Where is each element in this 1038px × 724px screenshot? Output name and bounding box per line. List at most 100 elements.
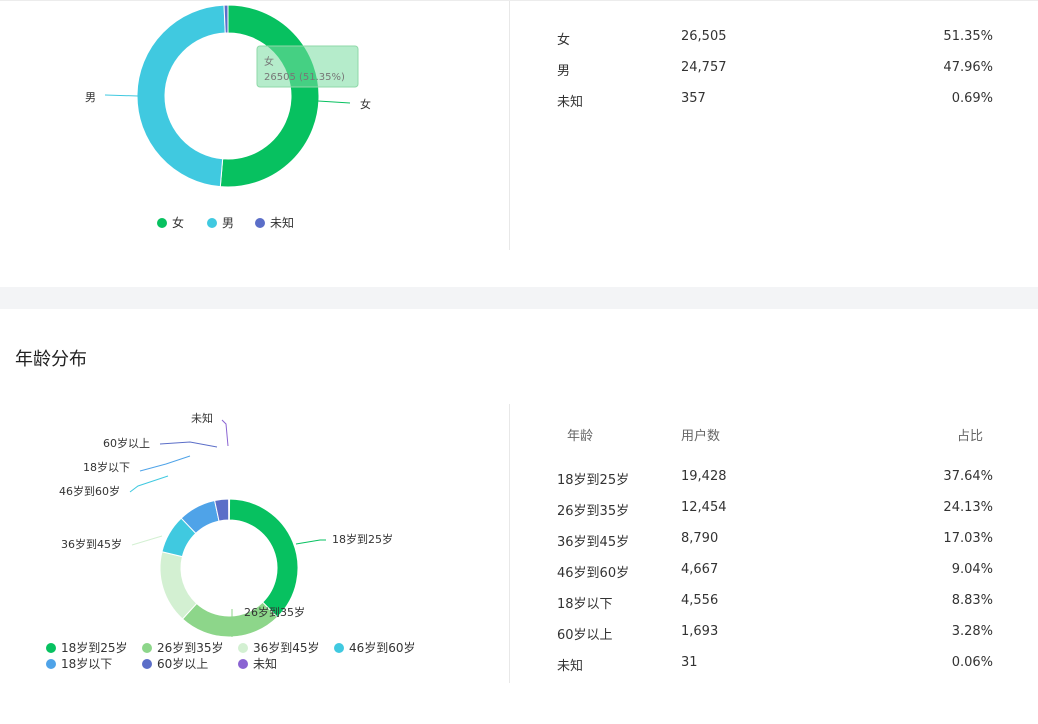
row-pct: 8.83% — [951, 593, 993, 608]
legend-label: 未知 — [270, 216, 295, 230]
row-label: 36岁到45岁 — [557, 535, 630, 550]
slice-label: 18岁以下 — [83, 460, 130, 474]
row-pct: 51.35% — [943, 29, 993, 44]
chart-tooltip: 女 26505 (51.35%) — [256, 45, 359, 88]
row-label: 未知 — [557, 659, 584, 674]
slice-label: 男 — [85, 91, 96, 104]
header-age: 年龄 — [567, 429, 594, 444]
legend-label: 60岁以上 — [157, 657, 209, 671]
gender-table: 女 26,505 51.35% 男 24,757 47.96% 未知 357 0… — [557, 29, 993, 122]
age-donut-chart: 18岁到25岁 26岁到35岁 36岁到45岁 46岁到60岁 18岁以下 60岁以上 未知 — [59, 411, 393, 638]
slice-label: 18岁到25岁 — [332, 532, 393, 546]
column-divider — [509, 1, 510, 250]
label-leader-line — [159, 441, 218, 448]
slice-label: 60岁以上 — [103, 436, 150, 450]
legend-dot — [142, 659, 152, 669]
table-row: 女 26,505 51.35% — [557, 29, 993, 60]
pie-slice-2[interactable] — [159, 551, 198, 620]
legend-label: 未知 — [253, 657, 278, 671]
table-row: 36岁到45岁 8,790 17.03% — [557, 531, 993, 562]
pie-slice-0[interactable] — [219, 4, 320, 188]
slice-label: 46岁到60岁 — [59, 484, 120, 498]
legend-label: 18岁以下 — [61, 657, 113, 671]
row-count: 8,790 — [681, 531, 719, 546]
table-row: 未知 357 0.69% — [557, 91, 993, 122]
legend-label: 女 — [172, 216, 185, 230]
gender-legend: 女 男 未知 — [0, 214, 500, 232]
label-leader-line — [295, 539, 326, 545]
label-leader-line — [221, 419, 229, 447]
legend-label: 男 — [222, 216, 235, 230]
legend-item-male[interactable]: 男 — [207, 214, 234, 231]
age-table: 年龄 用户数 占比 18岁到25岁 19,428 37.64% 26岁到35岁 … — [557, 425, 993, 686]
label-leader-line — [104, 94, 139, 97]
tooltip-name: 女 — [264, 55, 274, 68]
legend-dot — [334, 643, 344, 653]
table-header: 年龄 用户数 占比 — [557, 425, 993, 469]
row-count: 12,454 — [681, 500, 727, 515]
legend-dot — [142, 643, 152, 653]
table-row: 26岁到35岁 12,454 24.13% — [557, 500, 993, 531]
table-row: 18岁以下 4,556 8.83% — [557, 593, 993, 624]
row-pct: 47.96% — [943, 60, 993, 75]
row-pct: 37.64% — [943, 469, 993, 484]
row-label: 女 — [557, 33, 571, 48]
legend-item-under-18[interactable]: 18岁以下 — [46, 655, 112, 672]
table-row: 46岁到60岁 4,667 9.04% — [557, 562, 993, 593]
row-count: 19,428 — [681, 469, 727, 484]
legend-item-unknown[interactable]: 未知 — [255, 214, 294, 231]
row-count: 26,505 — [681, 29, 727, 44]
legend-dot — [238, 643, 248, 653]
slice-label: 36岁到45岁 — [61, 537, 122, 551]
row-label: 26岁到35岁 — [557, 504, 630, 519]
pie-slice-6[interactable] — [228, 498, 231, 521]
header-users: 用户数 — [681, 429, 721, 444]
table-row: 未知 31 0.06% — [557, 655, 993, 686]
row-label: 未知 — [557, 95, 584, 110]
tooltip-value: 26505 (51.35%) — [264, 72, 345, 83]
label-leader-line — [139, 455, 191, 472]
header-share: 占比 — [956, 429, 983, 444]
table-row: 男 24,757 47.96% — [557, 60, 993, 91]
legend-label: 46岁到60岁 — [349, 641, 416, 655]
legend-label: 36岁到45岁 — [253, 641, 320, 655]
table-row: 60岁以上 1,693 3.28% — [557, 624, 993, 655]
section-separator — [0, 287, 1038, 309]
row-pct: 24.13% — [943, 500, 993, 515]
row-label: 18岁到25岁 — [557, 473, 630, 488]
label-leader-line — [131, 535, 163, 546]
row-label: 60岁以上 — [557, 628, 613, 643]
row-label: 46岁到60岁 — [557, 566, 630, 581]
row-pct: 0.69% — [951, 91, 993, 106]
age-section: 年龄分布 18岁到25岁 26岁到35岁 36岁到45岁 46岁到60岁 18岁以下 60… — [0, 309, 1038, 683]
slice-label: 女 — [360, 97, 371, 111]
legend-item-over-60[interactable]: 60岁以上 — [142, 655, 208, 672]
pie-slice-1[interactable] — [136, 4, 226, 188]
legend-label: 26岁到35岁 — [157, 641, 224, 655]
legend-dot — [157, 218, 167, 228]
section-title: 年龄分布 — [15, 349, 87, 370]
row-label: 18岁以下 — [557, 597, 613, 612]
gender-section: 女男 女 26505 (51.35%) 女 男 未知 女 26,505 51.3… — [0, 0, 1038, 288]
row-pct: 9.04% — [951, 562, 993, 577]
legend-dot — [46, 643, 56, 653]
row-count: 4,556 — [681, 593, 719, 608]
legend-dot — [238, 659, 248, 669]
legend-dot — [46, 659, 56, 669]
age-legend: 18岁到25岁 26岁到35岁 36岁到45岁 46岁到60岁 18岁以下 60… — [0, 639, 500, 673]
row-count: 4,667 — [681, 562, 719, 577]
legend-item-female[interactable]: 女 — [157, 214, 184, 231]
pie-slice-2[interactable] — [223, 4, 229, 34]
legend-item-18-25[interactable]: 18岁到25岁 — [46, 639, 128, 656]
label-leader-line — [129, 475, 169, 493]
row-count: 24,757 — [681, 60, 727, 75]
legend-dot — [255, 218, 265, 228]
row-pct: 17.03% — [943, 531, 993, 546]
legend-item-unknown[interactable]: 未知 — [238, 655, 277, 672]
legend-label: 18岁到25岁 — [61, 641, 128, 655]
slice-label: 26岁到35岁 — [244, 605, 305, 619]
pie-slice-0[interactable] — [228, 498, 299, 618]
legend-item-46-60[interactable]: 46岁到60岁 — [334, 639, 416, 656]
legend-item-36-45[interactable]: 36岁到45岁 — [238, 639, 320, 656]
legend-item-26-35[interactable]: 26岁到35岁 — [142, 639, 224, 656]
